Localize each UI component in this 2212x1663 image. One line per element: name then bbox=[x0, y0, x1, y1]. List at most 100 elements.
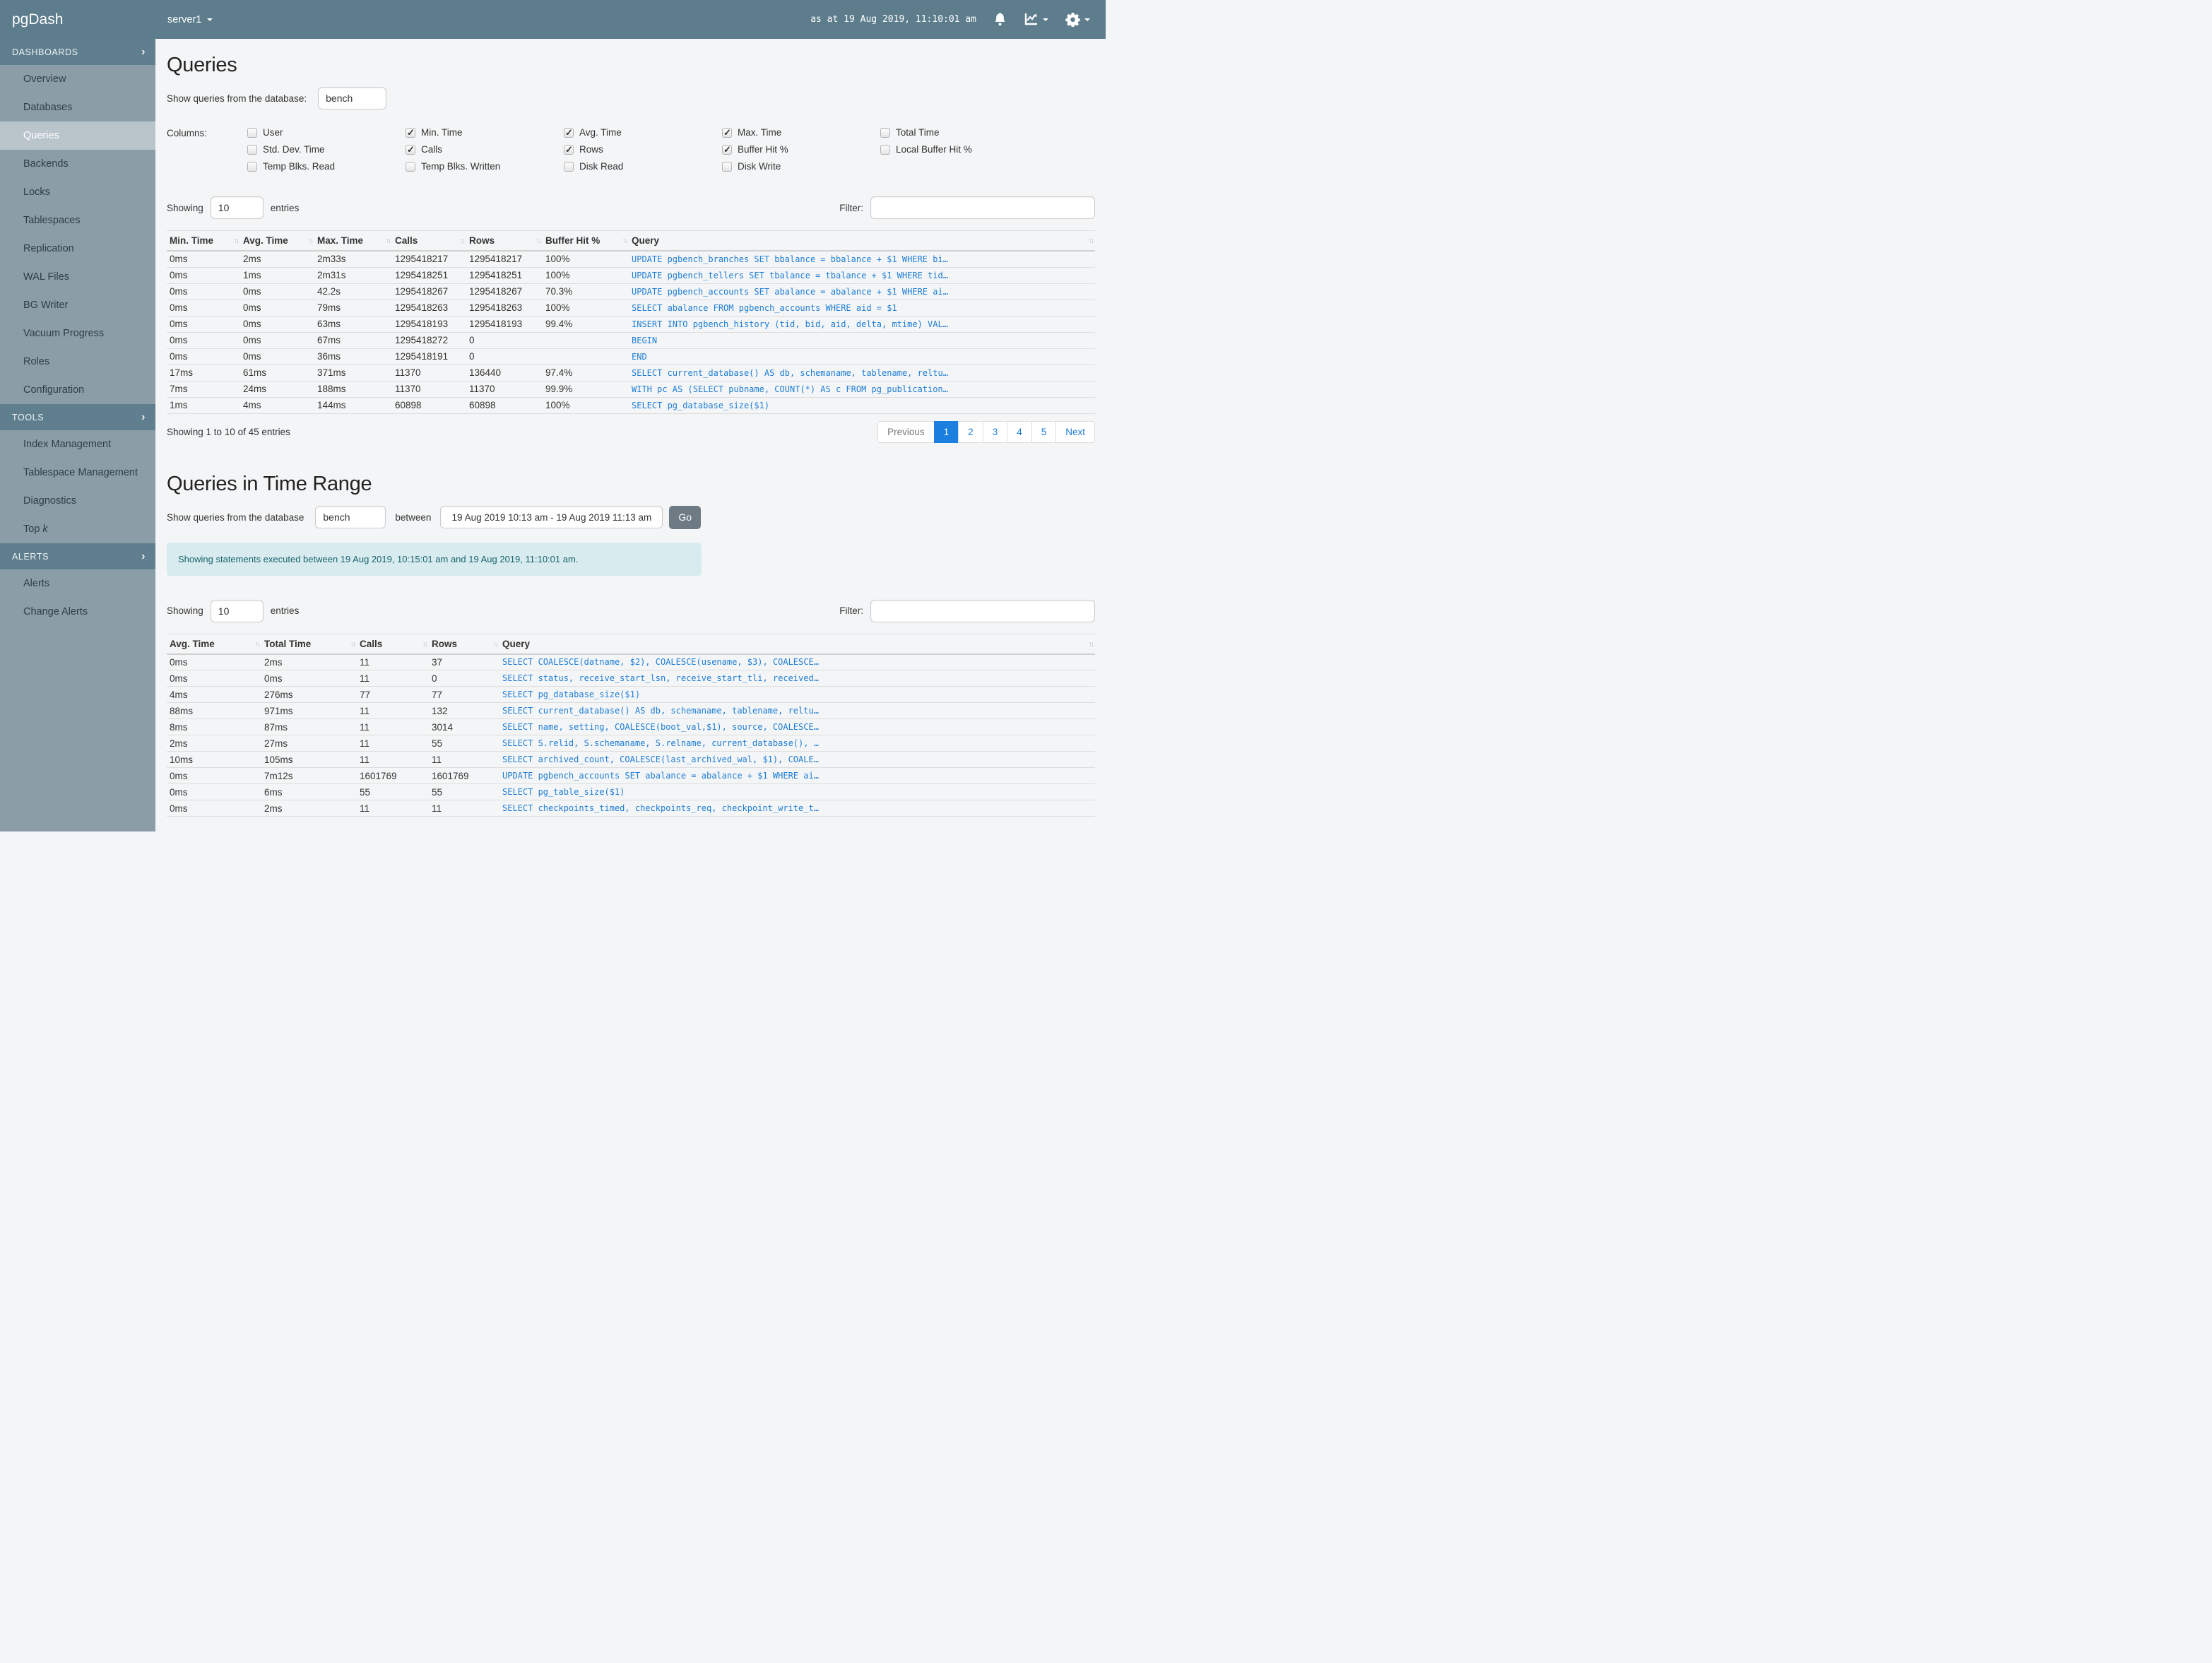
sort-icon[interactable] bbox=[255, 640, 260, 649]
checkbox[interactable] bbox=[564, 161, 574, 172]
page-size-input-2[interactable] bbox=[210, 599, 264, 622]
sort-icon[interactable] bbox=[308, 237, 313, 245]
query-link[interactable]: INSERT INTO pgbench_history (tid, bid, a… bbox=[629, 316, 1095, 333]
query-link[interactable]: UPDATE pgbench_tellers SET tbalance = tb… bbox=[629, 267, 1095, 284]
column-checkbox-temp-blks-written[interactable]: Temp Blks. Written bbox=[406, 161, 564, 172]
checkbox[interactable] bbox=[722, 127, 732, 138]
column-checkbox-min-time[interactable]: Min. Time bbox=[406, 127, 564, 138]
checkbox[interactable] bbox=[406, 144, 415, 155]
time-range-input[interactable] bbox=[440, 506, 663, 528]
page-button-2[interactable]: 2 bbox=[958, 420, 983, 443]
filter-input[interactable] bbox=[870, 196, 1095, 219]
go-button[interactable]: Go bbox=[669, 505, 702, 529]
sort-icon[interactable] bbox=[350, 640, 355, 649]
query-link[interactable]: SELECT S.relid, S.schemaname, S.relname,… bbox=[499, 735, 1095, 752]
sidebar-item-vacuum-progress[interactable]: Vacuum Progress bbox=[0, 319, 155, 348]
column-header-min-time[interactable]: Min. Time bbox=[167, 230, 240, 251]
column-checkbox-rows[interactable]: Rows bbox=[564, 144, 722, 155]
settings-menu-button[interactable] bbox=[1065, 12, 1090, 27]
column-checkbox-disk-read[interactable]: Disk Read bbox=[564, 161, 722, 172]
database-input[interactable] bbox=[318, 87, 387, 110]
sidebar-item-backends[interactable]: Backends bbox=[0, 150, 155, 178]
page-button-1[interactable]: 1 bbox=[933, 420, 959, 443]
checkbox[interactable] bbox=[247, 144, 257, 155]
database-input-2[interactable] bbox=[315, 506, 386, 528]
column-header-rows[interactable]: Rows bbox=[466, 230, 543, 251]
column-header-calls[interactable]: Calls bbox=[357, 633, 429, 655]
sort-icon[interactable] bbox=[422, 640, 427, 649]
sidebar-item-top-k[interactable]: Top k bbox=[0, 515, 155, 543]
column-checkbox-local-buffer-hit[interactable]: Local Buffer Hit % bbox=[880, 144, 1039, 155]
query-link[interactable]: SELECT COALESCE(datname, $2), COALESCE(u… bbox=[499, 653, 1095, 670]
query-link[interactable]: SELECT pg_database_size($1) bbox=[499, 686, 1095, 703]
sidebar-item-tablespace-management[interactable]: Tablespace Management bbox=[0, 458, 155, 487]
sort-icon[interactable] bbox=[460, 237, 465, 245]
checkbox[interactable] bbox=[880, 144, 890, 155]
sidebar-section-tools[interactable]: TOOLS › bbox=[0, 404, 155, 430]
column-header-query[interactable]: Query bbox=[499, 633, 1095, 655]
column-header-avg-time[interactable]: Avg. Time bbox=[240, 230, 314, 251]
sort-icon[interactable] bbox=[386, 237, 391, 245]
column-checkbox-buffer-hit[interactable]: Buffer Hit % bbox=[722, 144, 880, 155]
query-link[interactable]: SELECT pg_table_size($1) bbox=[499, 783, 1095, 800]
checkbox[interactable] bbox=[406, 161, 415, 172]
column-header-total-time[interactable]: Total Time bbox=[261, 633, 357, 655]
column-checkbox-user[interactable]: User bbox=[247, 127, 406, 138]
query-link[interactable]: WITH pc AS (SELECT pubname, COUNT(*) AS … bbox=[629, 381, 1095, 398]
sort-icon[interactable] bbox=[1089, 237, 1094, 245]
query-link[interactable]: SELECT name, setting, COALESCE(boot_val,… bbox=[499, 718, 1095, 735]
column-header-calls[interactable]: Calls bbox=[392, 230, 466, 251]
query-link[interactable]: SELECT status, receive_start_lsn, receiv… bbox=[499, 670, 1095, 687]
sidebar-item-diagnostics[interactable]: Diagnostics bbox=[0, 487, 155, 515]
column-checkbox-disk-write[interactable]: Disk Write bbox=[722, 161, 880, 172]
query-link[interactable]: SELECT current_database() AS db, scheman… bbox=[499, 702, 1095, 719]
query-link[interactable]: SELECT abalance FROM pgbench_accounts WH… bbox=[629, 300, 1095, 316]
sidebar-item-alerts[interactable]: Alerts bbox=[0, 569, 155, 598]
page-button-5[interactable]: 5 bbox=[1031, 420, 1057, 443]
query-link[interactable]: SELECT current_database() AS db, scheman… bbox=[629, 365, 1095, 381]
checkbox[interactable] bbox=[564, 127, 574, 138]
column-checkbox-temp-blks-read[interactable]: Temp Blks. Read bbox=[247, 161, 406, 172]
sort-icon[interactable] bbox=[536, 237, 541, 245]
checkbox[interactable] bbox=[722, 161, 732, 172]
next-page-button[interactable]: Next bbox=[1055, 420, 1095, 443]
column-header-max-time[interactable]: Max. Time bbox=[314, 230, 392, 251]
column-header-rows[interactable]: Rows bbox=[429, 633, 499, 655]
page-button-4[interactable]: 4 bbox=[1007, 420, 1032, 443]
sidebar-item-locks[interactable]: Locks bbox=[0, 178, 155, 206]
column-checkbox-max-time[interactable]: Max. Time bbox=[722, 127, 880, 138]
app-logo[interactable]: pgDash bbox=[0, 11, 155, 28]
checkbox[interactable] bbox=[406, 127, 415, 138]
checkbox[interactable] bbox=[247, 127, 257, 138]
sidebar-item-replication[interactable]: Replication bbox=[0, 235, 155, 263]
checkbox[interactable] bbox=[564, 144, 574, 155]
sidebar-item-index-management[interactable]: Index Management bbox=[0, 430, 155, 458]
sidebar-item-queries[interactable]: Queries bbox=[0, 122, 155, 150]
sidebar-section-dashboards[interactable]: DASHBOARDS › bbox=[0, 39, 155, 65]
previous-page-button[interactable]: Previous bbox=[877, 420, 935, 443]
sort-icon[interactable] bbox=[234, 237, 239, 245]
checkbox[interactable] bbox=[722, 144, 732, 155]
query-link[interactable]: END bbox=[629, 348, 1095, 365]
sidebar-item-configuration[interactable]: Configuration bbox=[0, 376, 155, 404]
sort-icon[interactable] bbox=[622, 237, 627, 245]
query-link[interactable]: UPDATE pgbench_accounts SET abalance = a… bbox=[499, 767, 1095, 784]
server-selector[interactable]: server1 bbox=[167, 14, 213, 25]
sidebar-item-wal-files[interactable]: WAL Files bbox=[0, 263, 155, 291]
sidebar-item-overview[interactable]: Overview bbox=[0, 65, 155, 93]
sort-icon[interactable] bbox=[1089, 640, 1094, 649]
column-checkbox-calls[interactable]: Calls bbox=[406, 144, 564, 155]
query-link[interactable]: UPDATE pgbench_branches SET bbalance = b… bbox=[629, 251, 1095, 268]
column-checkbox-total-time[interactable]: Total Time bbox=[880, 127, 1039, 138]
checkbox[interactable] bbox=[247, 161, 257, 172]
charts-menu-button[interactable] bbox=[1024, 12, 1048, 27]
sort-icon[interactable] bbox=[493, 640, 498, 649]
query-link[interactable]: SELECT archived_count, COALESCE(last_arc… bbox=[499, 751, 1095, 768]
sidebar-item-bg-writer[interactable]: BG Writer bbox=[0, 291, 155, 319]
page-size-input[interactable] bbox=[210, 196, 264, 219]
sidebar-item-change-alerts[interactable]: Change Alerts bbox=[0, 598, 155, 626]
sidebar-section-alerts[interactable]: ALERTS › bbox=[0, 543, 155, 569]
sidebar-item-roles[interactable]: Roles bbox=[0, 348, 155, 376]
column-header-buffer-hit[interactable]: Buffer Hit % bbox=[543, 230, 629, 251]
page-button-3[interactable]: 3 bbox=[982, 420, 1008, 443]
